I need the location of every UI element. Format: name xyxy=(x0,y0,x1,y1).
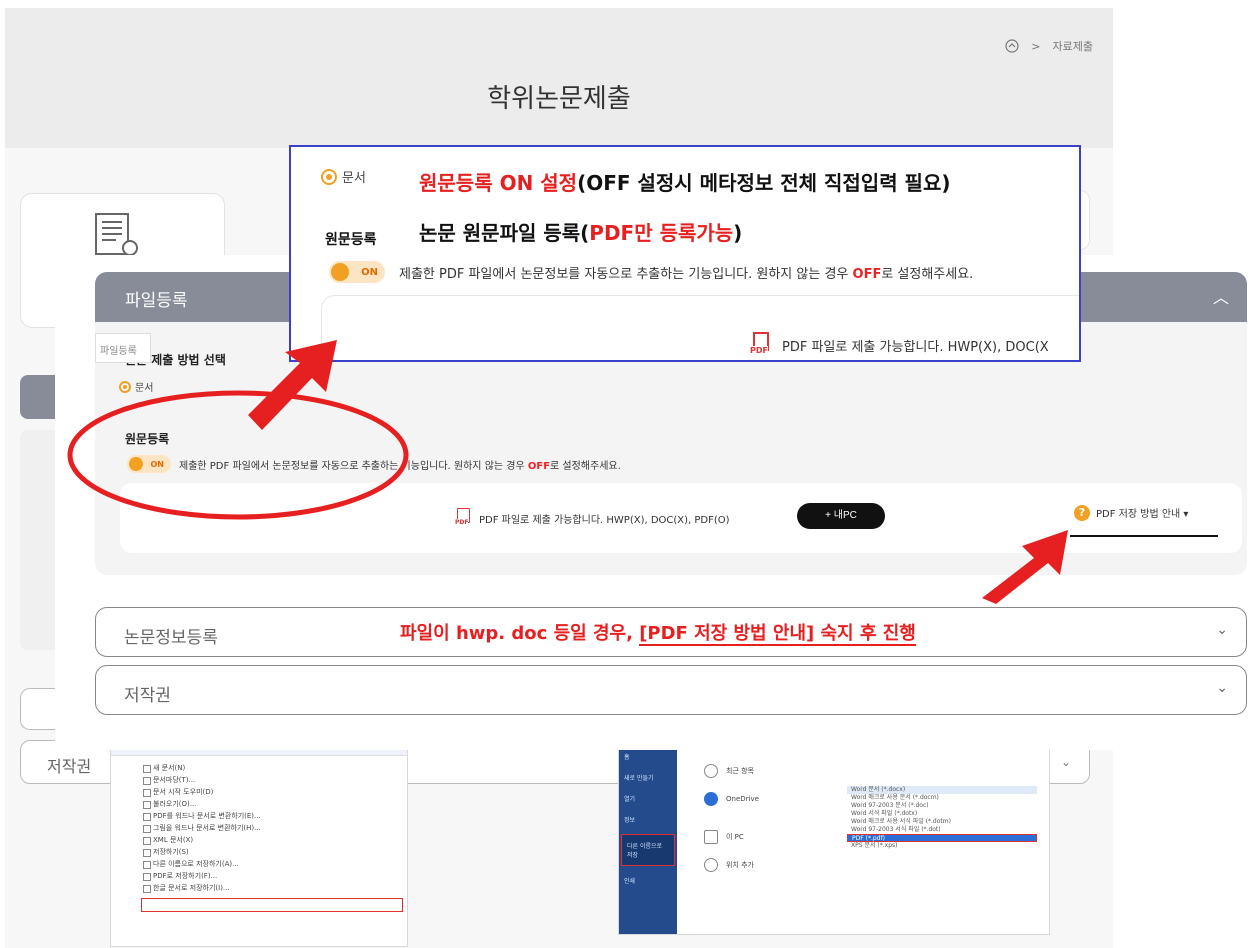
save-sidebar-item: 다른 이름으로 저장 xyxy=(621,834,675,866)
menu-item: 문서 시작 도우미(D) xyxy=(143,786,407,798)
breadcrumb-current[interactable]: 자료제출 xyxy=(1053,38,1093,54)
save-sidebar-item: 열기 xyxy=(624,796,636,803)
hwp-annotation-note: 파일이 hwp. doc 등일 경우, [PDF 저장 방법 안내] 숙지 후 … xyxy=(400,623,916,646)
radio-selected-icon[interactable] xyxy=(119,380,131,393)
file-type-list: Word 문서 (*.docx) Word 매크로 사용 문서 (*.docm) W… xyxy=(847,786,1037,850)
background-section-header xyxy=(20,375,60,419)
upload-notice: PDF PDF 파일로 제출 가능합니다. HWP(X), DOC(X), PD… xyxy=(455,508,730,528)
zoom-callout: 문서 원문등록 ON 설정(OFF 설정시 메타정보 전체 직접입력 필요) 원… xyxy=(289,145,1081,362)
menu-item: 불러오기(O)... xyxy=(143,798,407,810)
breadcrumb-separator: > xyxy=(1031,39,1041,53)
document-radio[interactable]: 문서 xyxy=(119,379,153,394)
toggle-description: 제출한 PDF 파일에서 논문정보를 자동으로 추출하는 기능입니다. 원하지 … xyxy=(179,460,621,472)
save-sidebar-item: 인쇄 xyxy=(624,878,636,885)
zoom-heading-on-setting: 원문등록 ON 설정(OFF 설정시 메타정보 전체 직접입력 필요) xyxy=(419,171,951,195)
file-type-option: XPS 문서 (*.xps) xyxy=(851,842,898,849)
accordion-title: 논문정보등록 xyxy=(124,628,218,648)
pdf-save-guide-dropdown[interactable]: ? PDF 저장 방법 안내 ▾ xyxy=(1070,505,1218,537)
radio-selected-icon xyxy=(321,168,337,185)
menu-item: 한글 문서로 저장하기(I)... xyxy=(143,882,407,894)
page-title: 학위논문제출 xyxy=(487,84,631,114)
radio-label: 문서 xyxy=(135,383,154,394)
section-title: 파일등록 xyxy=(125,291,188,311)
pdf-icon: PDF xyxy=(750,332,774,358)
question-icon: ? xyxy=(1074,505,1090,521)
menu-item: 새 문서(N) xyxy=(143,762,407,774)
save-location-pc: 이 PC xyxy=(704,830,744,844)
save-sidebar-item: 정보 xyxy=(624,817,636,824)
zoom-toggle: ON xyxy=(329,261,385,283)
file-type-option: Word 매크로 사용 문서 (*.docm) xyxy=(851,794,939,801)
save-sidebar-item: 새로 만들기 xyxy=(624,775,654,782)
breadcrumb: > 자료제출 xyxy=(1005,38,1093,54)
background-accordion-label: 저작권 xyxy=(47,757,92,776)
page-header: > 자료제출 학위논문제출 xyxy=(5,8,1113,148)
file-type-option: Word 97-2003 문서 (*.doc) xyxy=(851,802,929,809)
menu-item: 그림을 워드나 문서로 변환하기(H)... xyxy=(143,822,407,834)
save-location-onedrive: OneDrive xyxy=(704,792,759,806)
menu-item: 다른 이름으로 저장하기(A)... xyxy=(143,858,407,870)
cloud-icon xyxy=(704,792,718,806)
menu-item: 문서마당(T)... xyxy=(143,774,407,786)
background-accordion-edge xyxy=(20,688,60,730)
menu-item: PDF를 워드나 문서로 변환하기(E)... xyxy=(143,810,407,822)
computer-icon xyxy=(704,830,718,844)
zoom-upload-box: PDF PDF 파일로 제출 가능합니다. HWP(X), DOC(X xyxy=(321,295,1079,360)
auto-extract-toggle-row: ON 제출한 PDF 파일에서 논문정보를 자동으로 추출하는 기능입니다. 원… xyxy=(127,455,621,473)
zoom-heading-pdf-only: 논문 원문파일 등록(PDF만 등록가능) xyxy=(419,221,743,245)
zoom-upload-notice: PDF PDF 파일로 제출 가능합니다. HWP(X), DOC(X xyxy=(750,332,1049,358)
background-section-body xyxy=(20,430,56,650)
add-from-pc-button[interactable]: + 내PC xyxy=(797,503,885,529)
zoom-toggle-row: ON 제출한 PDF 파일에서 논문정보를 자동으로 추출하는 기능입니다. 원… xyxy=(329,261,973,283)
copyright-accordion[interactable]: 저작권 ⌄ xyxy=(95,665,1247,715)
globe-icon xyxy=(704,858,718,872)
pdf-save-highlight xyxy=(141,898,403,912)
menu-item: PDF로 저장하기(F)... xyxy=(143,870,407,882)
chevron-up-icon[interactable]: ︿ xyxy=(1213,284,1229,308)
auto-extract-toggle[interactable]: ON xyxy=(127,455,171,473)
chevron-down-icon: ⌄ xyxy=(1060,755,1071,769)
save-location-label: 최근 항목 xyxy=(726,767,754,775)
chevron-down-icon: ⌄ xyxy=(1216,680,1228,696)
save-location-add: 위치 추가 xyxy=(704,858,754,872)
file-type-option: Word 매크로 사용 서식 파일 (*.dotm) xyxy=(851,818,951,825)
save-sidebar: 홈 새로 만들기 열기 정보 다른 이름으로 저장 인쇄 xyxy=(619,746,677,934)
upload-box: PDF PDF 파일로 제출 가능합니다. HWP(X), DOC(X), PD… xyxy=(120,483,1242,553)
original-registration-label: 원문등록 xyxy=(125,432,170,446)
save-location-label: 위치 추가 xyxy=(726,861,754,869)
file-type-option: Word 97-2003 서식 파일 (*.dot) xyxy=(851,826,941,833)
chevron-down-icon: ⌄ xyxy=(1216,622,1228,638)
file-type-option: Word 문서 (*.docx) xyxy=(847,786,1037,794)
word-save-as-screenshot: 홈 새로 만들기 열기 정보 다른 이름으로 저장 인쇄 최근 항목 OneDrive 이… xyxy=(618,745,1050,935)
menu-item: XML 문서(X) xyxy=(143,834,407,846)
save-location-label: 이 PC xyxy=(726,833,744,841)
file-menu-list: 새 문서(N) 문서마당(T)... 문서 시작 도우미(D) 불러오기(O)... P… xyxy=(143,762,407,894)
pdf-guide-label: PDF 저장 방법 안내 ▾ xyxy=(1096,509,1189,520)
zoom-document-radio: 문서 xyxy=(321,167,366,186)
file-type-option: Word 서식 파일 (*.dotx) xyxy=(851,810,918,817)
pdf-icon: PDF xyxy=(455,508,473,528)
save-location-recent: 최근 항목 xyxy=(704,764,754,778)
home-icon[interactable] xyxy=(1005,39,1019,53)
accordion-title: 저작권 xyxy=(124,686,171,706)
clock-icon xyxy=(704,764,718,778)
hwp-file-menu-screenshot: 새 문서(N) 문서마당(T)... 문서 시작 도우미(D) 불러오기(O)... P… xyxy=(110,745,408,947)
tooltip: 파일등록 xyxy=(95,333,151,363)
menu-item: 저장하기(S) xyxy=(143,846,407,858)
file-type-option: PDF (*.pdf) xyxy=(847,834,1037,842)
zoom-toggle-description: 제출한 PDF 파일에서 논문정보를 자동으로 추출하는 기능입니다. 원하지 … xyxy=(399,266,974,282)
upload-notice-text: PDF 파일로 제출 가능합니다. HWP(X), DOC(X), PDF(O) xyxy=(479,514,730,526)
zoom-original-label: 원문등록 xyxy=(325,232,377,248)
save-location-label: OneDrive xyxy=(726,795,759,803)
